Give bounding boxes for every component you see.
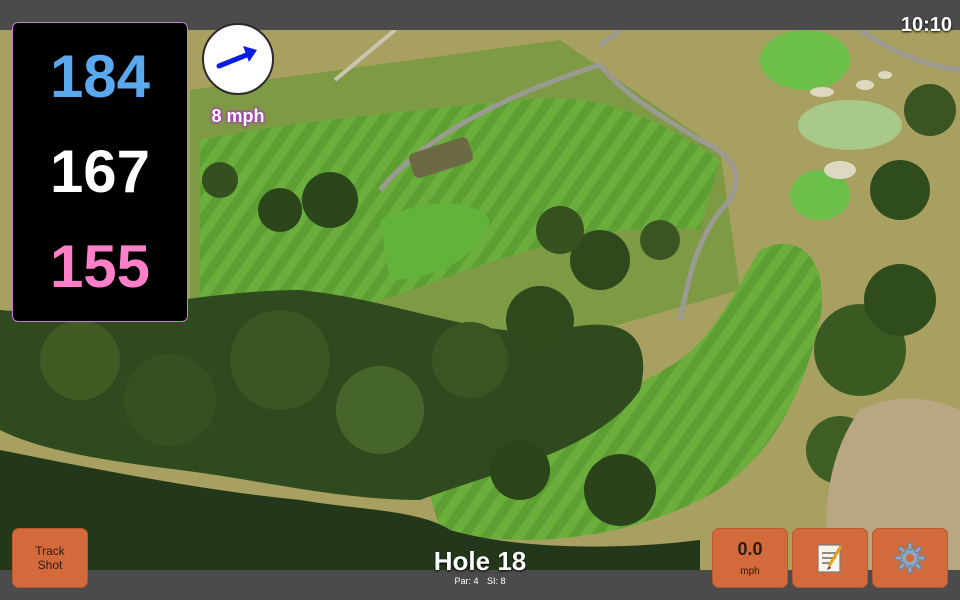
track-shot-label-line1: Track [35, 543, 65, 558]
hole-details: Par: 4 SI: 8 [380, 576, 580, 586]
yardage-back: 184 [49, 42, 151, 110]
speed-unit: mph [740, 566, 760, 577]
gear-icon [894, 542, 926, 574]
track-shot-label-line2: Shot [37, 558, 63, 572]
status-time: 10:10 [900, 14, 952, 36]
wind-speed-label: 8 mph [211, 106, 265, 126]
hole-title: Hole 18 [433, 546, 527, 576]
yardage-panel: 184 167 155 [12, 22, 188, 322]
yardage-middle: 167 [49, 137, 151, 205]
hole-par: Par: 4 [454, 576, 479, 586]
memo-icon [817, 544, 843, 573]
speed-value: 0.0 [737, 539, 763, 559]
notes-button[interactable] [792, 528, 868, 588]
settings-button[interactable] [872, 528, 948, 588]
speed-button[interactable]: 0.0 mph [712, 528, 788, 588]
wind-indicator[interactable] [202, 23, 274, 95]
hole-stroke-index: SI: 8 [487, 576, 506, 586]
hole-info: Hole 18 Par: 4 SI: 8 [380, 548, 580, 586]
arrow-right-icon [216, 46, 257, 69]
track-shot-button[interactable]: Track Shot [12, 528, 88, 588]
yardage-front: 155 [49, 233, 151, 301]
